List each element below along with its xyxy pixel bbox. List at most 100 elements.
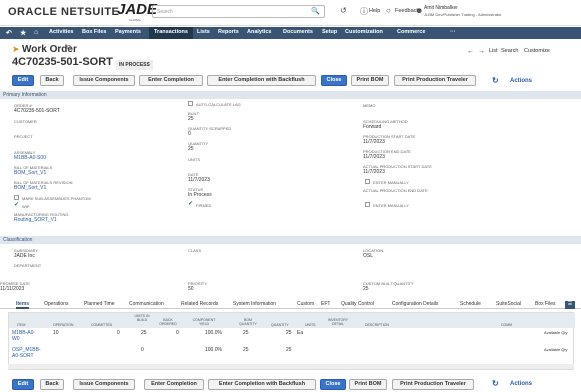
row2-item[interactable]: OSP_M1BB-A0-SORT xyxy=(12,347,44,359)
enter-manually-2-checkbox[interactable] xyxy=(365,202,370,207)
subsidiary-value: JADE Inc xyxy=(14,253,35,259)
quantity-value: 25 xyxy=(188,146,194,152)
home-icon[interactable]: ⌂ xyxy=(34,29,38,36)
global-search-input[interactable]: Search xyxy=(152,5,325,18)
title-search-icon[interactable]: ⚲ xyxy=(66,44,72,53)
actions-menu[interactable]: Actions xyxy=(510,78,532,84)
work-order-icon: ➤ xyxy=(12,44,20,54)
nav-commerce[interactable]: Commerce xyxy=(397,29,425,35)
assembly-link[interactable]: M1BB-A0-S00 xyxy=(14,155,46,161)
close-button[interactable]: Close xyxy=(321,75,347,86)
status-value: In Process xyxy=(188,192,212,198)
tab-configuration-details[interactable]: Configuration Details xyxy=(392,301,438,307)
tabs-menu-icon[interactable]: ☰ xyxy=(565,301,575,309)
bom-revision-link[interactable]: BOM_Sort_V1 xyxy=(14,185,46,191)
nav-box-files[interactable]: Box Files xyxy=(82,29,106,35)
actions-menu-bottom[interactable]: Actions xyxy=(510,381,532,387)
bom-link[interactable]: BOM_Sort_V1 xyxy=(14,170,46,176)
tab-planned-time[interactable]: Planned Time xyxy=(84,301,115,307)
units-label: UNITS xyxy=(188,157,200,162)
tab-system-information[interactable]: System Information xyxy=(233,301,276,307)
location-value: OSL xyxy=(363,253,374,259)
enter-completion-backflush-button[interactable]: Enter Completion with Backflush xyxy=(207,75,316,86)
search-icon[interactable]: 🔍 xyxy=(311,7,320,15)
back-button-bottom[interactable]: Back xyxy=(40,379,64,390)
enter-completion-button-bottom[interactable]: Enter Completion xyxy=(144,379,204,390)
help-icon[interactable]: ⓘ xyxy=(360,6,368,17)
help-link[interactable]: Help xyxy=(369,8,380,14)
nav-payments[interactable]: Payments xyxy=(115,29,141,35)
row1-committed: 0 xyxy=(117,330,120,336)
list-link[interactable]: List xyxy=(489,48,498,54)
jade-logo[interactable]: JADE xyxy=(117,1,157,18)
print-bom-button-bottom[interactable]: Print BOM xyxy=(349,379,387,390)
nav-transactions[interactable]: Transactions xyxy=(149,27,193,39)
enter-completion-button[interactable]: Enter Completion xyxy=(139,75,203,86)
print-production-traveler-button[interactable]: Print Production Traveler xyxy=(394,75,476,86)
edit-button-bottom[interactable]: Edit xyxy=(12,379,34,390)
search-link[interactable]: Search xyxy=(501,48,518,54)
recent-records-icon[interactable]: ↺ xyxy=(340,6,347,15)
prev-arrow-icon[interactable]: ← xyxy=(467,48,474,55)
row1-qty: 25 xyxy=(286,330,292,336)
promise-date-value: 11/11/2023 xyxy=(0,286,25,292)
tab-eft[interactable]: EFT xyxy=(321,301,330,307)
feedback-icon[interactable]: ○ xyxy=(386,6,391,15)
issue-components-button-bottom[interactable]: Issue Components xyxy=(73,379,135,390)
tab-operations[interactable]: Operations xyxy=(44,301,68,307)
tab-schedule[interactable]: Schedule xyxy=(460,301,481,307)
star-icon[interactable]: ★ xyxy=(20,29,26,37)
issue-components-button[interactable]: Issue Components xyxy=(73,75,135,86)
next-arrow-icon[interactable]: → xyxy=(478,48,485,55)
actions-refresh-icon[interactable]: ↻ xyxy=(492,76,499,85)
row1-operation: 10 xyxy=(53,330,59,336)
nav-customization[interactable]: Customization xyxy=(345,29,383,35)
user-icon[interactable]: ☻ xyxy=(415,6,423,15)
tab-box-files[interactable]: Box Files xyxy=(535,301,556,307)
close-button-bottom[interactable]: Close xyxy=(320,379,346,390)
autocalc-lag-label: AUTO-CALCULATE LAG xyxy=(196,102,241,107)
date-value: 11/7/2023 xyxy=(188,177,210,183)
col-comm: COMM xyxy=(501,323,513,327)
grid-horizontal-scrollbar[interactable] xyxy=(8,364,574,369)
nav-analytics[interactable]: Analytics xyxy=(247,29,271,35)
back-button[interactable]: Back xyxy=(40,75,64,86)
customize-link[interactable]: Customize xyxy=(524,48,550,54)
autocalc-lag-checkbox[interactable] xyxy=(188,101,193,106)
row1-item[interactable]: M1BB-A0-W0 xyxy=(12,330,40,342)
nav-activities[interactable]: Activities xyxy=(49,29,73,35)
enter-completion-backflush-button-bottom[interactable]: Enter Completion with Backflush xyxy=(208,379,316,390)
nav-setup[interactable]: Setup xyxy=(322,29,337,35)
subtabs-bar: Items Operations Planned Time Communicat… xyxy=(0,300,581,309)
col-quantity: QUANTITY xyxy=(271,323,289,327)
mark-phantom-checkbox[interactable] xyxy=(14,195,19,200)
tab-related-records[interactable]: Related Records xyxy=(181,301,218,307)
nav-lists[interactable]: Lists xyxy=(197,29,210,35)
routing-link[interactable]: Routing_SORT_V1 xyxy=(14,217,57,223)
nav-more[interactable]: ··· xyxy=(450,29,456,35)
tab-quality-control[interactable]: Quality Control xyxy=(341,301,374,307)
firmed-checkbox[interactable]: ✔ xyxy=(188,201,193,207)
edit-button[interactable]: Edit xyxy=(12,75,34,86)
enter-manually-checkbox[interactable] xyxy=(365,179,370,184)
col-units: UNITS xyxy=(305,323,316,327)
nav-documents[interactable]: Documents xyxy=(283,29,313,35)
tab-items[interactable]: Items xyxy=(16,301,30,309)
prod-start-value: 11/7/2023 xyxy=(363,139,385,145)
grid-header: ITEM OPERATION COMMITTED UNITS IN BUILD … xyxy=(9,313,575,328)
user-name[interactable]: Amit Nimbalker xyxy=(424,5,458,11)
wip-checkbox[interactable]: ✔ xyxy=(14,202,19,208)
print-bom-button[interactable]: Print BOM xyxy=(351,75,389,86)
nav-reports[interactable]: Reports xyxy=(218,29,239,35)
classification-header[interactable]: Classification xyxy=(0,236,581,244)
tab-communication[interactable]: Communication xyxy=(129,301,164,307)
row2-units-in-build: 0 xyxy=(141,347,144,353)
back-icon[interactable]: ↶ xyxy=(6,29,12,37)
actions-refresh-icon-bottom[interactable]: ↻ xyxy=(492,379,499,388)
tab-custom[interactable]: Custom xyxy=(297,301,314,307)
class-label: CLASS xyxy=(188,248,202,253)
print-production-traveler-button-bottom[interactable]: Print Production Traveler xyxy=(392,379,474,390)
primary-information-header[interactable]: Primary Information xyxy=(0,91,581,99)
tab-suitesocial[interactable]: SuiteSocial xyxy=(496,301,521,307)
netsuite-logo[interactable]: ORACLE NETSUITE xyxy=(8,6,119,18)
